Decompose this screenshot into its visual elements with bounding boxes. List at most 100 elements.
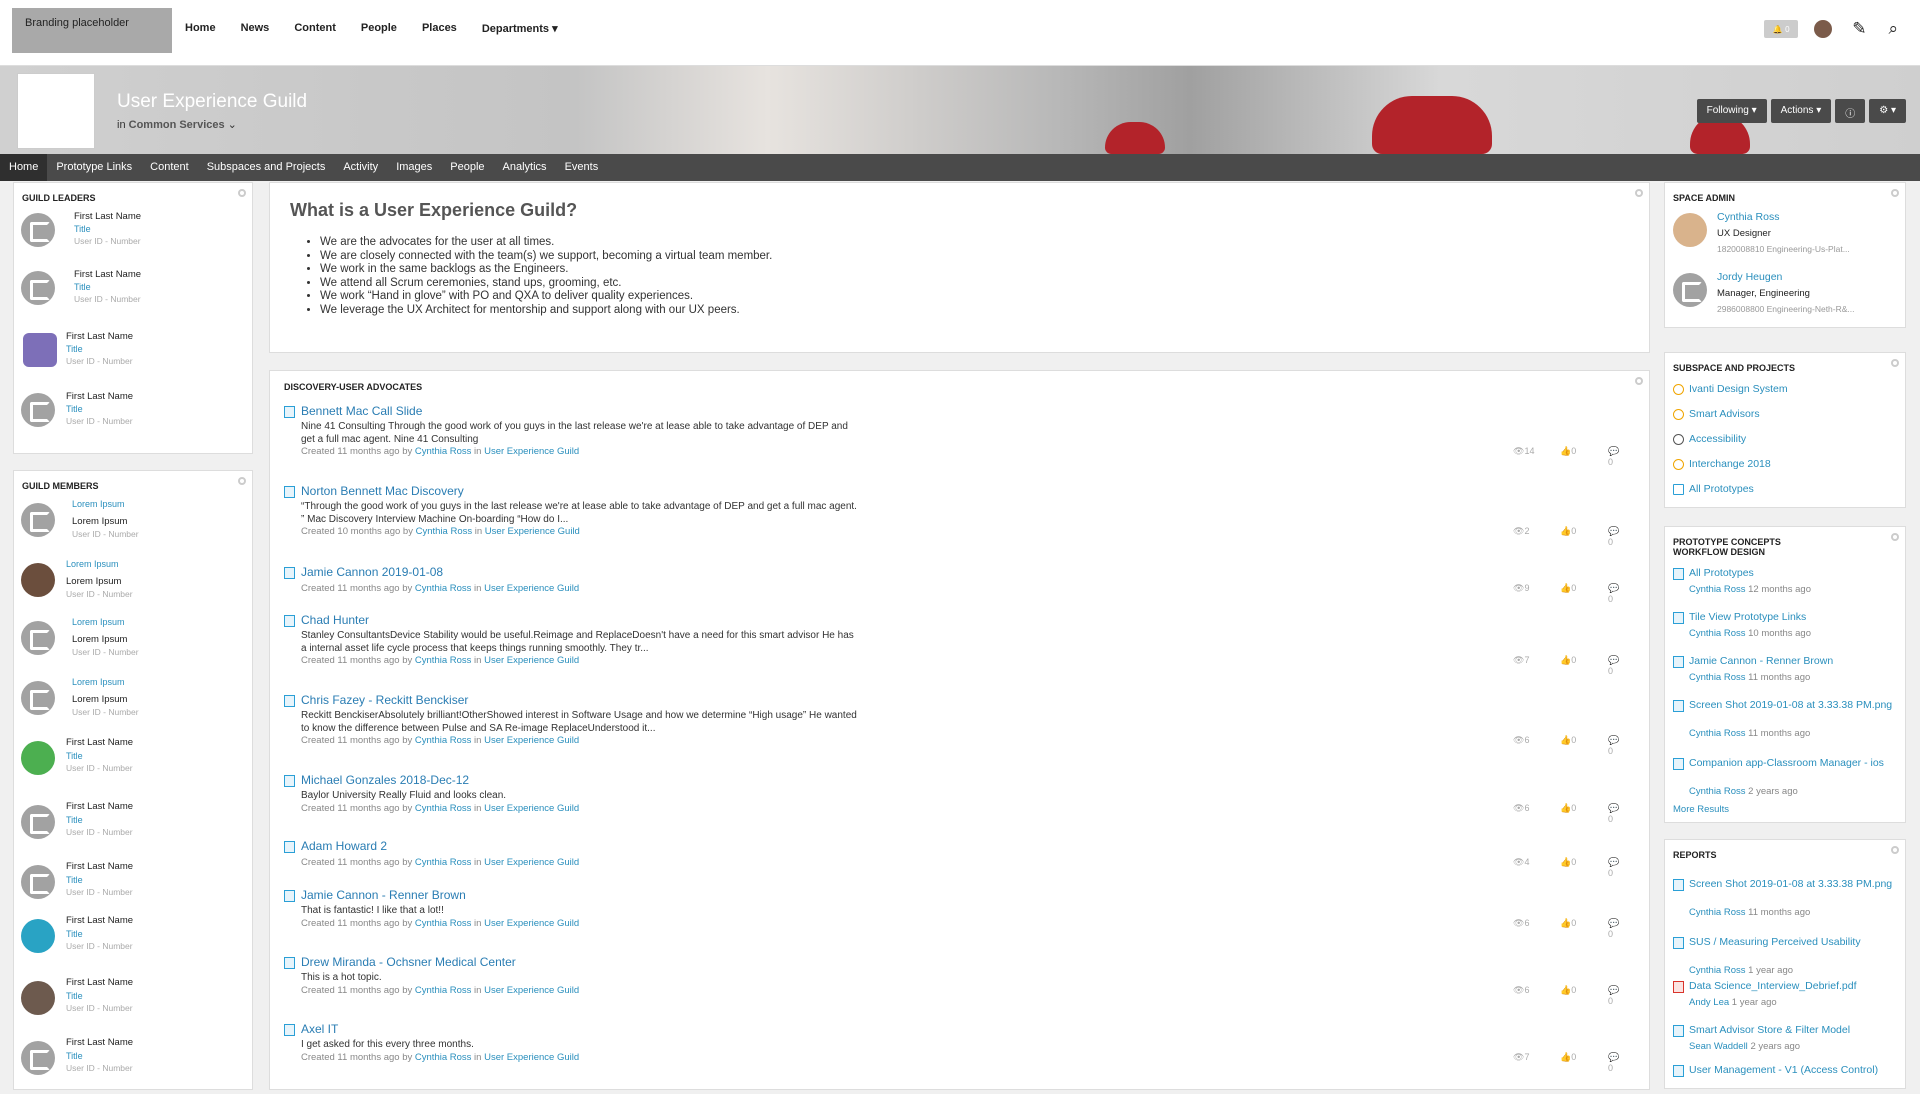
concept-title[interactable]: Companion app-Classroom Manager - ios	[1689, 757, 1894, 769]
like-button[interactable]: 👍0	[1560, 985, 1576, 996]
post-title[interactable]: Drew Miranda - Ochsner Medical Center	[301, 955, 516, 969]
subspace-item[interactable]: Ivanti Design System	[1673, 383, 1888, 399]
gear-icon[interactable]	[1891, 359, 1899, 367]
tab-subspaces[interactable]: Subspaces and Projects	[198, 154, 335, 181]
person-name[interactable]: First Last Name	[66, 737, 133, 748]
tab-events[interactable]: Events	[556, 154, 608, 181]
comments-count[interactable]: 💬0	[1608, 735, 1619, 756]
admin-name[interactable]: Cynthia Ross	[1717, 211, 1779, 223]
report-title[interactable]: Smart Advisor Store & Filter Model	[1689, 1024, 1894, 1036]
report-author[interactable]: Cynthia Ross	[1689, 907, 1746, 918]
member-item[interactable]: First Last Name Title User ID - Number	[14, 801, 252, 851]
chevron-down-icon[interactable]: ⌄	[228, 119, 237, 131]
concept-author[interactable]: Cynthia Ross	[1689, 728, 1746, 739]
post-author-link[interactable]: Cynthia Ross	[415, 803, 472, 814]
like-button[interactable]: 👍0	[1560, 735, 1576, 746]
comments-count[interactable]: 💬0	[1608, 918, 1619, 939]
post-author-link[interactable]: Cynthia Ross	[415, 1052, 472, 1063]
post-place-link[interactable]: User Experience Guild	[485, 526, 580, 537]
like-button[interactable]: 👍0	[1560, 583, 1576, 594]
concept-item[interactable]: Companion app-Classroom Manager - ios Cy…	[1673, 757, 1888, 797]
tab-prototype-links[interactable]: Prototype Links	[47, 154, 141, 181]
post-author-link[interactable]: Cynthia Ross	[415, 857, 472, 868]
report-title[interactable]: Screen Shot 2019-01-08 at 3.33.38 PM.png	[1689, 878, 1894, 890]
nav-departments[interactable]: Departments ▾	[482, 22, 558, 35]
nav-news[interactable]: News	[241, 22, 270, 35]
post-title[interactable]: Norton Bennett Mac Discovery	[301, 484, 464, 498]
post-place-link[interactable]: User Experience Guild	[484, 735, 579, 746]
member-item[interactable]: First Last Name Title User ID - Number	[14, 737, 252, 787]
post-place-link[interactable]: User Experience Guild	[484, 803, 579, 814]
report-item[interactable]: Data Science_Interview_Debrief.pdf Andy …	[1673, 980, 1888, 1010]
person-name[interactable]: First Last Name	[66, 861, 133, 872]
report-title[interactable]: SUS / Measuring Perceived Usability	[1689, 936, 1894, 948]
member-item[interactable]: Lorem Ipsum Lorem Ipsum User ID - Number	[14, 559, 252, 609]
member-item[interactable]: Lorem Ipsum Lorem Ipsum User ID - Number	[14, 499, 252, 549]
subspace-item[interactable]: Accessibility	[1673, 433, 1888, 449]
member-item[interactable]: First Last Name Title User ID - Number	[14, 861, 252, 911]
subspace-item[interactable]: All Prototypes	[1673, 483, 1888, 499]
subspace-item[interactable]: Smart Advisors	[1673, 408, 1888, 424]
following-button[interactable]: Following ▾	[1696, 99, 1767, 123]
person-name[interactable]: First Last Name	[66, 915, 133, 926]
comments-count[interactable]: 💬0	[1608, 857, 1619, 878]
person-name[interactable]: First Last Name	[74, 269, 141, 280]
concept-item[interactable]: All Prototypes Cynthia Ross 12 months ag…	[1673, 567, 1888, 597]
subspace-name[interactable]: Accessibility	[1689, 433, 1894, 445]
person-name[interactable]: First Last Name	[66, 1037, 133, 1048]
post-author-link[interactable]: Cynthia Ross	[415, 918, 472, 929]
subspace-name[interactable]: Interchange 2018	[1689, 458, 1894, 470]
post-title[interactable]: Chris Fazey - Reckitt Benckiser	[301, 693, 468, 707]
post-title[interactable]: Bennett Mac Call Slide	[301, 404, 422, 418]
tab-content[interactable]: Content	[141, 154, 198, 181]
post-title[interactable]: Axel IT	[301, 1022, 338, 1036]
gear-icon[interactable]	[1891, 533, 1899, 541]
gear-icon[interactable]	[238, 189, 246, 197]
member-item[interactable]: First Last Name Title User ID - Number	[14, 977, 252, 1027]
comments-count[interactable]: 💬0	[1608, 583, 1619, 604]
concept-title[interactable]: Jamie Cannon - Renner Brown	[1689, 655, 1894, 667]
tab-images[interactable]: Images	[387, 154, 441, 181]
post-title[interactable]: Chad Hunter	[301, 613, 369, 627]
branding-logo[interactable]: Branding placeholder	[12, 8, 172, 53]
tab-home[interactable]: Home	[0, 154, 48, 181]
gear-icon[interactable]	[1891, 189, 1899, 197]
notifications-button[interactable]: 🔔 0	[1764, 20, 1799, 38]
concept-title[interactable]: Tile View Prototype Links	[1689, 611, 1894, 623]
post-title[interactable]: Adam Howard 2	[301, 839, 387, 853]
concept-author[interactable]: Cynthia Ross	[1689, 584, 1746, 595]
nav-places[interactable]: Places	[422, 22, 457, 35]
admin-name[interactable]: Jordy Heugen	[1717, 271, 1782, 283]
like-button[interactable]: 👍0	[1560, 1052, 1576, 1063]
concept-author[interactable]: Cynthia Ross	[1689, 786, 1746, 797]
like-button[interactable]: 👍0	[1560, 857, 1576, 868]
nav-content[interactable]: Content	[294, 22, 336, 35]
comments-count[interactable]: 💬0	[1608, 526, 1619, 547]
comments-count[interactable]: 💬0	[1608, 1052, 1619, 1073]
leader-item[interactable]: First Last Name Title User ID - Number	[14, 269, 252, 319]
concept-item[interactable]: Tile View Prototype Links Cynthia Ross 1…	[1673, 611, 1888, 641]
nav-home[interactable]: Home	[185, 22, 216, 35]
gear-icon[interactable]	[1891, 846, 1899, 854]
actions-button[interactable]: Actions ▾	[1770, 99, 1832, 123]
report-author[interactable]: Sean Waddell	[1689, 1041, 1748, 1052]
like-button[interactable]: 👍0	[1560, 918, 1576, 929]
post-place-link[interactable]: User Experience Guild	[484, 446, 579, 457]
subspace-name[interactable]: Smart Advisors	[1689, 408, 1894, 420]
gear-icon[interactable]	[1635, 189, 1643, 197]
member-item[interactable]: Lorem Ipsum Lorem Ipsum User ID - Number	[14, 617, 252, 667]
info-button[interactable]: ⓘ	[1835, 99, 1866, 123]
settings-button[interactable]: ⚙ ▾	[1869, 99, 1906, 123]
post-title[interactable]: Michael Gonzales 2018-Dec-12	[301, 773, 469, 787]
search-icon[interactable]: ⌕	[1888, 19, 1898, 39]
user-avatar-menu[interactable]	[1814, 20, 1833, 38]
like-button[interactable]: 👍0	[1560, 526, 1576, 537]
concept-author[interactable]: Cynthia Ross	[1689, 628, 1746, 639]
like-button[interactable]: 👍0	[1560, 803, 1576, 814]
gear-icon[interactable]	[238, 477, 246, 485]
pencil-icon[interactable]: ✎	[1852, 19, 1866, 39]
person-name[interactable]: First Last Name	[66, 801, 133, 812]
report-item[interactable]: User Management - V1 (Access Control)	[1673, 1064, 1888, 1094]
concept-title[interactable]: Screen Shot 2019-01-08 at 3.33.38 PM.png	[1689, 699, 1894, 711]
report-author[interactable]: Andy Lea	[1689, 997, 1729, 1008]
